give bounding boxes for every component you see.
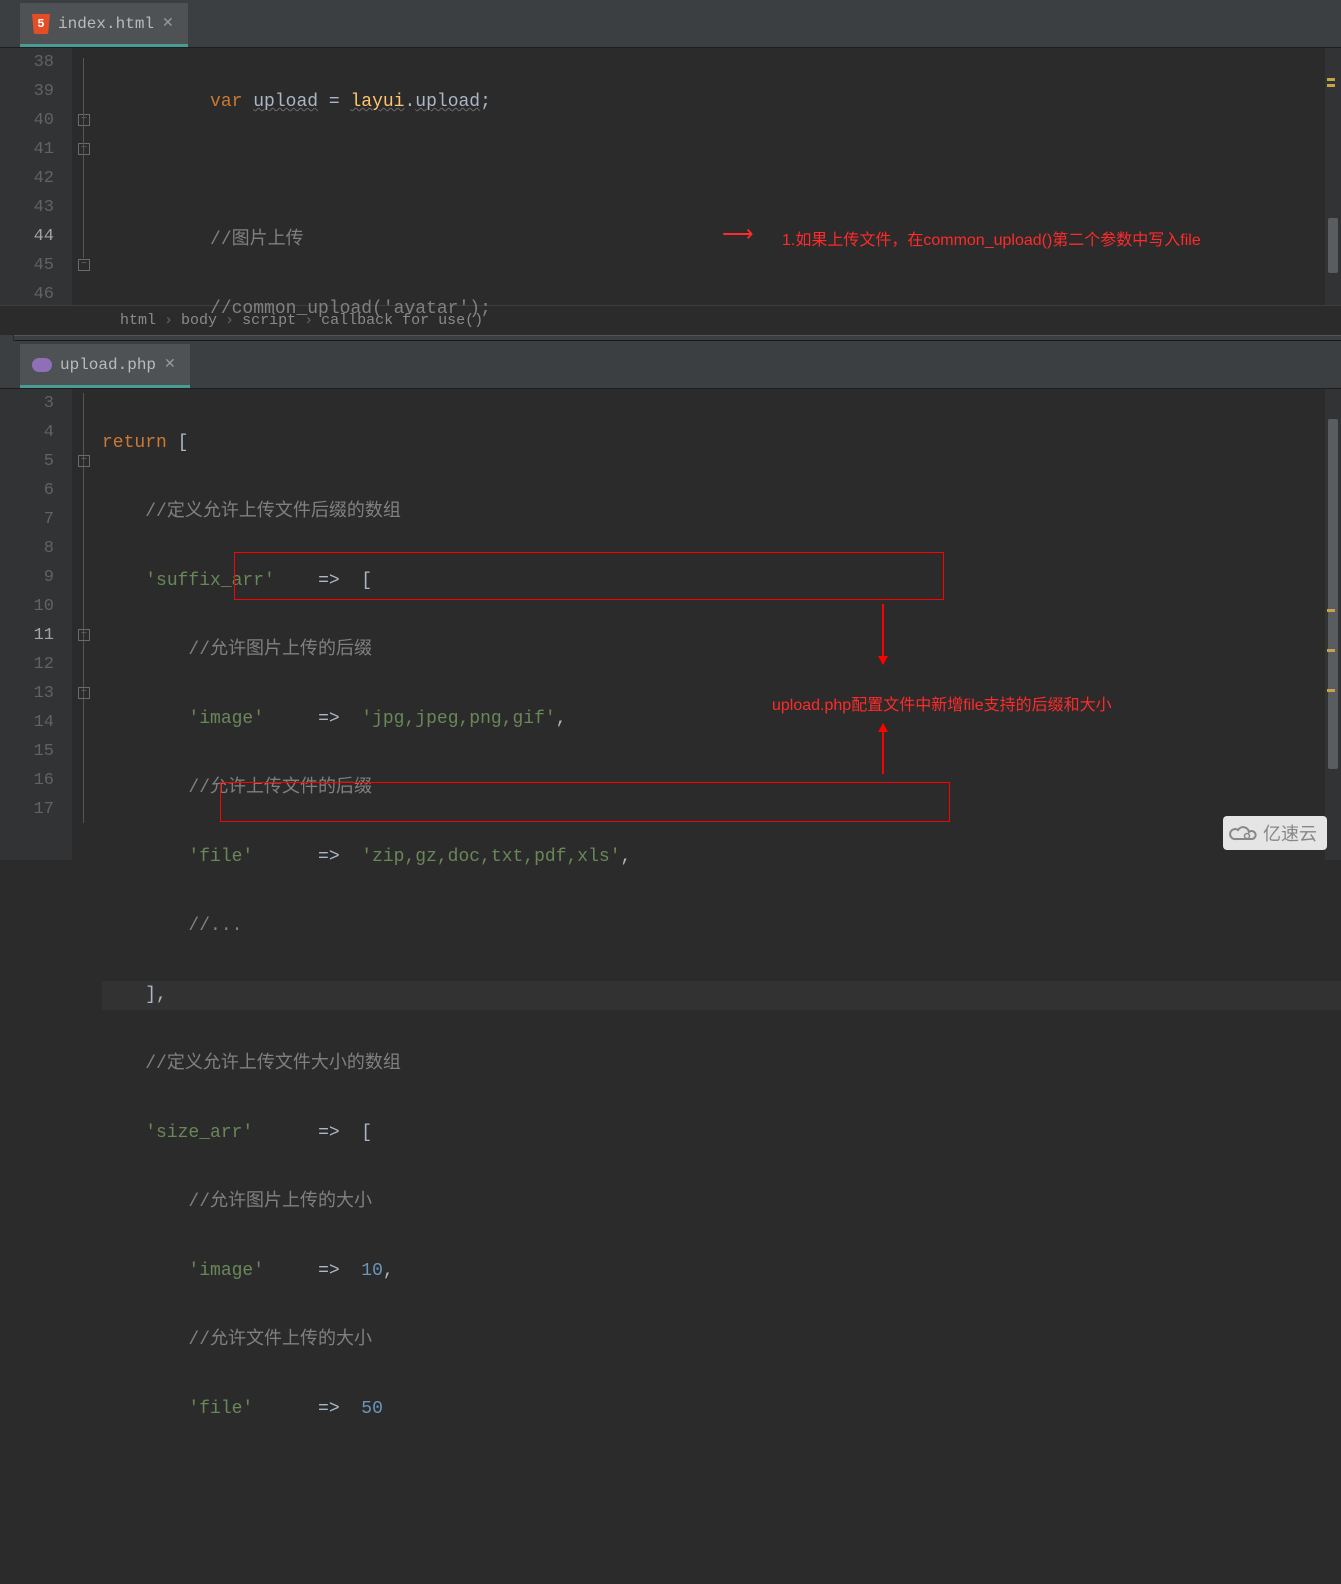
scrollbar-1[interactable] <box>1325 48 1341 305</box>
fold-handle-icon[interactable]: − <box>78 629 90 641</box>
scroll-thumb[interactable] <box>1328 419 1338 769</box>
code-area-2[interactable]: 3 4 5 6 7 8 9 10 11 12 13 14 15 16 17 − … <box>0 389 1341 860</box>
html5-icon: 5 <box>32 14 50 34</box>
fold-handle-icon[interactable]: − <box>78 114 90 126</box>
highlight-box-1 <box>234 552 944 600</box>
close-icon[interactable]: ✕ <box>164 356 176 373</box>
code-2[interactable]: return [ //定义允许上传文件后缀的数组 'suffix_arr' =>… <box>102 389 1341 860</box>
tab-bar-1: 5 index.html ✕ <box>0 0 1341 48</box>
tab-index-html[interactable]: 5 index.html ✕ <box>20 3 188 47</box>
tab-bar-2: upload.php ✕ <box>0 341 1341 389</box>
tab-upload-php[interactable]: upload.php ✕ <box>20 344 190 388</box>
marker-icon[interactable] <box>1327 78 1335 81</box>
editor-pane-1: 5 index.html ✕ 38 39 40 41 42 43 44 45 4… <box>0 0 1341 335</box>
php-icon <box>32 358 52 372</box>
tab-label: index.html <box>58 15 154 33</box>
fold-handle-icon[interactable]: − <box>78 455 90 467</box>
code-area-1[interactable]: 38 39 40 41 42 43 44 45 46 − − − var upl… <box>0 48 1341 305</box>
tab-label: upload.php <box>60 356 156 374</box>
arrow-up-icon <box>882 724 884 774</box>
fold-handle-icon[interactable]: − <box>78 687 90 699</box>
code-1[interactable]: var upload = layui.upload; //图片上传 //comm… <box>102 48 1341 305</box>
fold-column-1[interactable]: − − − <box>72 48 102 305</box>
marker-icon[interactable] <box>1327 609 1335 612</box>
fold-handle-icon[interactable]: − <box>78 259 90 271</box>
watermark-logo: 亿速云 <box>1223 816 1327 850</box>
scrollbar-2[interactable] <box>1325 389 1341 860</box>
marker-icon[interactable] <box>1327 689 1335 692</box>
cloud-icon <box>1229 823 1257 843</box>
highlight-box-2 <box>220 782 950 822</box>
marker-icon[interactable] <box>1327 84 1335 87</box>
editor-pane-2: upload.php ✕ 3 4 5 6 7 8 9 10 11 12 13 1… <box>0 341 1341 860</box>
close-icon[interactable]: ✕ <box>162 15 174 32</box>
marker-icon[interactable] <box>1327 649 1335 652</box>
arrow-right-icon: ⟶ <box>722 222 754 248</box>
fold-column-2[interactable]: − − − <box>72 389 102 860</box>
scroll-thumb[interactable] <box>1328 218 1338 273</box>
fold-handle-icon[interactable]: − <box>78 143 90 155</box>
arrow-down-icon <box>882 604 884 664</box>
gutter-2: 3 4 5 6 7 8 9 10 11 12 13 14 15 16 17 <box>0 389 72 860</box>
gutter-1: 38 39 40 41 42 43 44 45 46 <box>0 48 72 305</box>
